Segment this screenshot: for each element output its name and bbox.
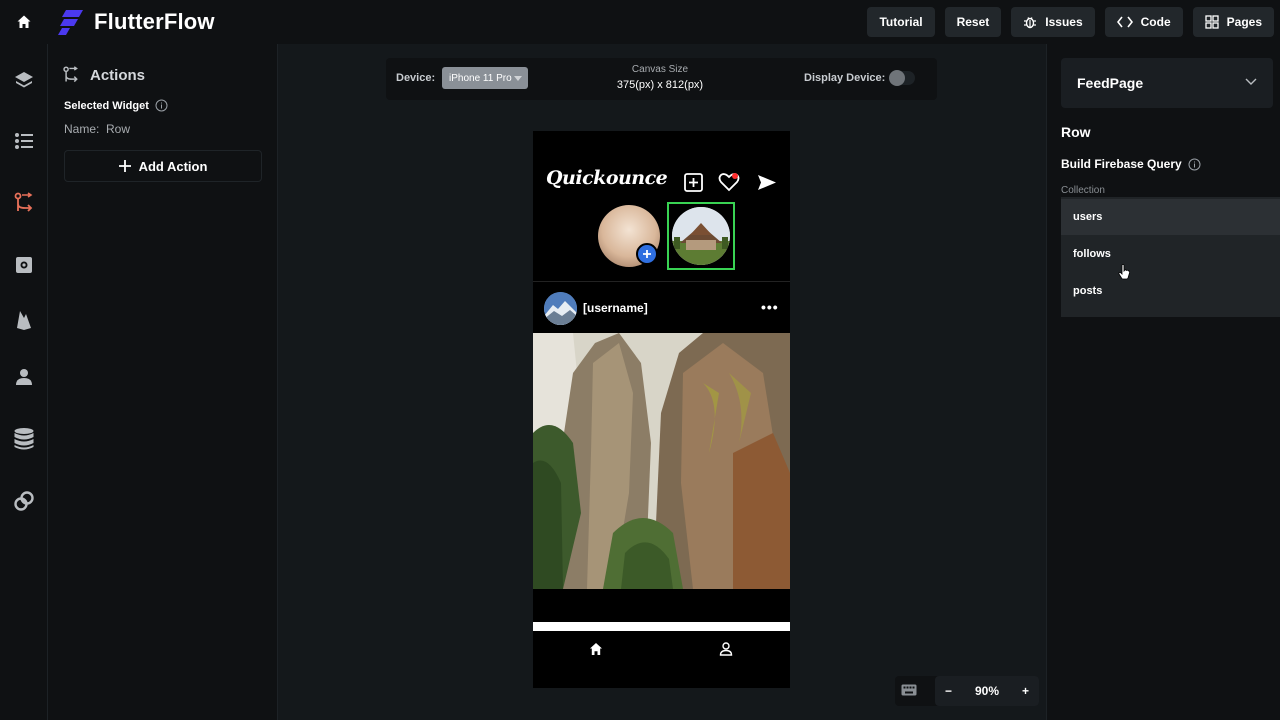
info-icon[interactable] — [1188, 158, 1201, 171]
post-username[interactable]: [username] — [583, 301, 648, 315]
canvas-size-label: Canvas Size — [631, 64, 689, 75]
send-icon[interactable] — [757, 174, 777, 191]
plus-icon — [118, 160, 131, 172]
flutterflow-logo-icon — [58, 10, 83, 35]
zoom-in-button[interactable]: + — [1022, 684, 1029, 698]
actions-panel-title: Actions — [90, 66, 146, 84]
info-icon[interactable] — [155, 99, 168, 112]
add-story-icon[interactable] — [636, 243, 658, 265]
build-firebase-query-label: Build Firebase Query — [1061, 157, 1182, 171]
add-action-button[interactable]: Add Action — [64, 150, 262, 182]
collection-option-label: users — [1073, 211, 1103, 223]
collection-option-label: follows — [1073, 248, 1111, 260]
heart-icon[interactable] — [718, 172, 740, 192]
firebase-icon[interactable] — [12, 308, 36, 332]
actions-panel: Actions Selected Widget Name: Row Add Ac… — [48, 44, 278, 720]
collection-option-posts[interactable]: posts — [1061, 273, 1280, 309]
database-icon[interactable] — [12, 427, 36, 451]
widget-type-title: Row — [1061, 124, 1091, 140]
hand-cursor-icon — [1118, 264, 1131, 285]
issues-label: Issues — [1045, 15, 1083, 29]
user-icon[interactable] — [12, 365, 36, 389]
build-firebase-query: Build Firebase Query — [1061, 157, 1201, 171]
display-device-label: Display Device: — [804, 72, 886, 84]
canvas-size-value: 375(px) x 812(px) — [616, 79, 704, 91]
left-nav-rail — [0, 44, 48, 720]
widget-tree-icon[interactable] — [12, 129, 36, 153]
add-action-label: Add Action — [138, 158, 208, 174]
bug-icon — [1024, 17, 1037, 29]
post-image — [533, 333, 790, 589]
top-bar: FlutterFlow Tutorial Reset Issues Code P… — [0, 0, 1280, 44]
chevron-down-icon — [1245, 78, 1257, 85]
device-select[interactable]: iPhone 11 Pro — [442, 67, 528, 89]
device-select-value: iPhone 11 Pro — [449, 72, 512, 84]
collection-option-users[interactable]: users — [1061, 199, 1280, 235]
pages-label: Pages — [1226, 15, 1262, 29]
zoom-box: − 90% + — [935, 676, 1039, 706]
actions-icon — [63, 66, 78, 83]
device-label: Device: — [396, 72, 436, 84]
code-icon — [1116, 16, 1133, 28]
selected-story-frame[interactable] — [667, 202, 735, 270]
brand-name: FlutterFlow — [94, 9, 215, 34]
collection-option-follows[interactable]: follows — [1061, 236, 1280, 272]
more-options-icon[interactable]: ••• — [761, 299, 779, 315]
home-icon — [17, 15, 31, 28]
nav-profile-icon[interactable] — [719, 642, 733, 661]
actions-icon[interactable] — [12, 191, 36, 215]
post-author-avatar[interactable] — [544, 292, 577, 325]
selected-widget-label: Selected Widget — [64, 99, 168, 112]
settings-icon[interactable] — [12, 253, 36, 277]
widget-name-value: Row — [106, 122, 131, 136]
add-post-icon[interactable] — [684, 173, 703, 192]
zoom-controls: − 90% + — [895, 676, 1039, 706]
story-avatar — [672, 207, 730, 265]
phone-preview[interactable]: Quickounce [username] ••• — [533, 131, 790, 688]
code-button[interactable]: Code — [1104, 7, 1183, 37]
issues-button[interactable]: Issues — [1011, 7, 1095, 37]
pages-button[interactable]: Pages — [1192, 7, 1274, 37]
keyboard-icon[interactable] — [901, 683, 917, 702]
properties-panel: FeedPage Row Build Firebase Query Collec… — [1046, 44, 1280, 720]
page-selector[interactable]: FeedPage — [1061, 58, 1273, 108]
tutorial-label: Tutorial — [879, 15, 923, 29]
widget-name-row: Name: Row — [64, 122, 130, 136]
canvas-size: Canvas Size 375(px) x 812(px) — [608, 64, 712, 91]
toggle-knob — [889, 70, 905, 86]
grid-icon — [1204, 15, 1219, 29]
layers-icon[interactable] — [12, 68, 36, 92]
tutorial-button[interactable]: Tutorial — [867, 7, 935, 37]
display-device-toggle[interactable] — [889, 70, 915, 86]
canvas-area: Device: iPhone 11 Pro Canvas Size 375(px… — [278, 44, 1046, 720]
reset-label: Reset — [956, 15, 990, 29]
app-logo: FlutterFlow — [58, 9, 215, 35]
zoom-out-button[interactable]: − — [945, 684, 952, 698]
collection-dropdown-menu: users follows posts — [1061, 197, 1280, 317]
nav-home-icon[interactable] — [589, 642, 603, 661]
bottom-divider — [533, 622, 790, 631]
device-toolbar: Device: iPhone 11 Pro Canvas Size 375(px… — [386, 58, 937, 100]
collection-label: Collection — [1061, 185, 1105, 196]
widget-name-label: Name: — [64, 122, 100, 136]
stories-divider — [533, 281, 790, 282]
actions-panel-header: Actions — [62, 66, 145, 84]
zoom-value: 90% — [974, 684, 1000, 698]
collection-option-label: posts — [1073, 285, 1103, 297]
reset-button[interactable]: Reset — [944, 7, 1002, 37]
home-button[interactable] — [0, 0, 48, 44]
api-icon[interactable] — [12, 489, 36, 513]
caret-down-icon — [514, 76, 522, 81]
page-selector-value: FeedPage — [1077, 75, 1144, 91]
code-label: Code — [1140, 15, 1171, 29]
app-title: Quickounce — [546, 167, 668, 189]
selected-widget-text: Selected Widget — [64, 99, 149, 112]
